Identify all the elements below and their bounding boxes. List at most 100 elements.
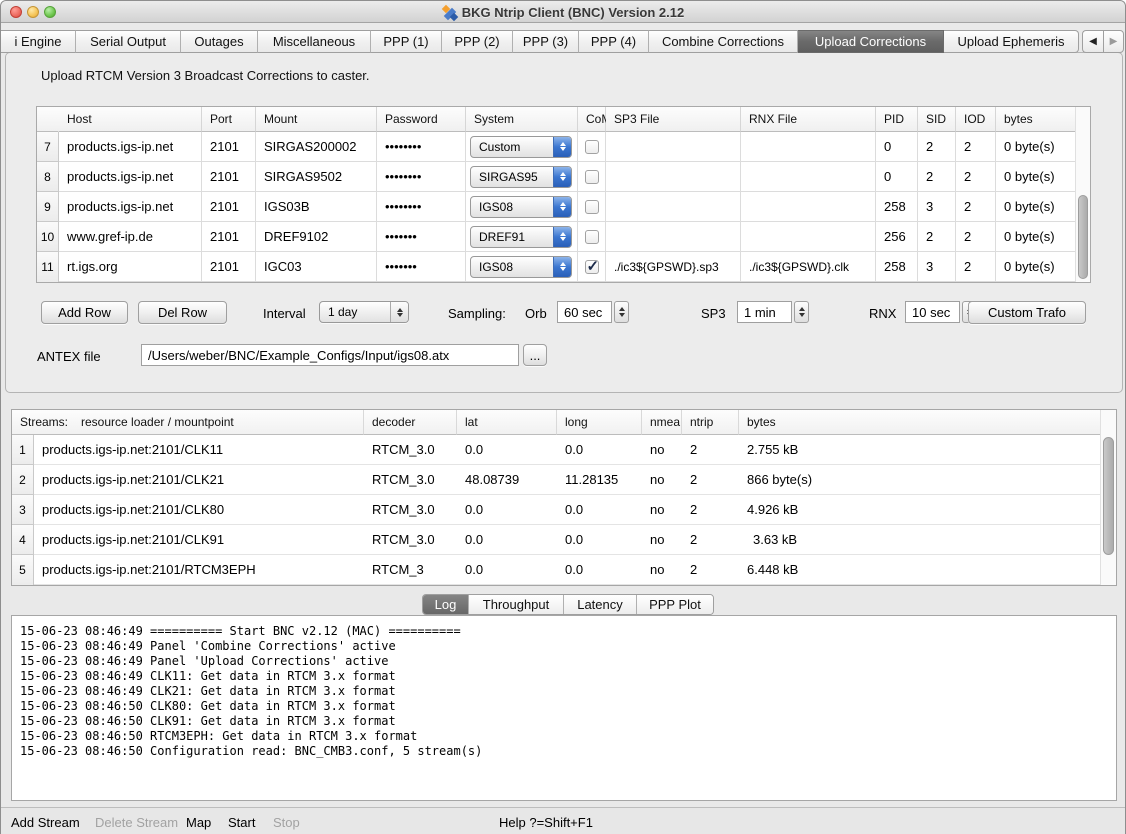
cell-rnx-file[interactable]: ./ic3${GPSWD}.clk (741, 252, 876, 282)
cell-sid[interactable]: 3 (918, 192, 956, 222)
cell-pid[interactable]: 258 (876, 252, 918, 282)
cell-password[interactable]: •••••••• (377, 192, 466, 222)
stream-row[interactable]: 2 products.igs-ip.net:2101/CLK21 RTCM_3.… (12, 465, 1116, 495)
del-row-button[interactable]: Del Row (138, 301, 227, 324)
system-dropdown[interactable]: Custom (470, 136, 572, 158)
cell-host[interactable]: products.igs-ip.net (59, 162, 202, 192)
cell-rnx-file[interactable] (741, 192, 876, 222)
cell-mount[interactable]: SIRGAS9502 (256, 162, 377, 192)
com-checkbox[interactable] (585, 170, 599, 184)
cell-sid[interactable]: 2 (918, 132, 956, 162)
cell-port[interactable]: 2101 (202, 132, 256, 162)
cell-sid[interactable]: 2 (918, 162, 956, 192)
system-dropdown[interactable]: SIRGAS95 (470, 166, 572, 188)
tab-upload-ephemeris[interactable]: Upload Ephemeris (944, 30, 1079, 53)
tab-throughput[interactable]: Throughput (469, 595, 564, 614)
tab-outages[interactable]: Outages (181, 30, 258, 53)
tab-miscellaneous[interactable]: Miscellaneous (258, 30, 371, 53)
stream-row[interactable]: 1 products.igs-ip.net:2101/CLK11 RTCM_3.… (12, 435, 1116, 465)
tab-upload-corrections[interactable]: Upload Corrections (798, 30, 944, 53)
tab-combine-corrections[interactable]: Combine Corrections (649, 30, 798, 53)
cell-mount[interactable]: IGC03 (256, 252, 377, 282)
cell-password[interactable]: ••••••• (377, 222, 466, 252)
delete-stream-button[interactable]: Delete Stream (95, 815, 178, 830)
tab-ppp-plot[interactable]: PPP Plot (637, 595, 713, 614)
orb-sampling-field[interactable]: 60 sec (557, 301, 612, 323)
antex-file-input[interactable]: /Users/weber/BNC/Example_Configs/Input/i… (141, 344, 519, 366)
start-button[interactable]: Start (228, 815, 255, 830)
add-row-button[interactable]: Add Row (41, 301, 128, 324)
system-dropdown[interactable]: IGS08 (470, 196, 572, 218)
cell-port[interactable]: 2101 (202, 222, 256, 252)
cell-host[interactable]: rt.igs.org (59, 252, 202, 282)
cell-host[interactable]: products.igs-ip.net (59, 192, 202, 222)
tab-latency[interactable]: Latency (564, 595, 637, 614)
rnx-sampling-field[interactable]: 10 sec (905, 301, 960, 323)
cell-password[interactable]: ••••••• (377, 252, 466, 282)
cell-mount[interactable]: SIRGAS200002 (256, 132, 377, 162)
cell-rnx-file[interactable] (741, 222, 876, 252)
system-dropdown[interactable]: DREF91 (470, 226, 572, 248)
streams-scrollbar[interactable] (1100, 410, 1116, 585)
cell-iod[interactable]: 2 (956, 192, 996, 222)
cell-port[interactable]: 2101 (202, 252, 256, 282)
cell-mount[interactable]: DREF9102 (256, 222, 377, 252)
com-checkbox[interactable] (585, 140, 599, 154)
table-scrollbar[interactable] (1075, 107, 1090, 282)
cell-iod[interactable]: 2 (956, 162, 996, 192)
cell-pid[interactable]: 0 (876, 132, 918, 162)
cell-host[interactable]: products.igs-ip.net (59, 132, 202, 162)
scrollbar-thumb[interactable] (1103, 437, 1114, 555)
orb-stepper[interactable] (614, 301, 629, 323)
custom-trafo-button[interactable]: Custom Trafo (968, 301, 1086, 324)
sp3-stepper[interactable] (794, 301, 809, 323)
cell-port[interactable]: 2101 (202, 192, 256, 222)
interval-dropdown[interactable]: 1 day (319, 301, 409, 323)
log-output[interactable]: 15-06-23 08:46:49 ========== Start BNC v… (11, 615, 1117, 801)
map-button[interactable]: Map (186, 815, 211, 830)
tab-scroll-left-icon[interactable]: ◀ (1082, 30, 1103, 53)
tab-ppp-4[interactable]: PPP (4) (579, 30, 649, 53)
com-checkbox[interactable] (585, 260, 599, 274)
cell-password[interactable]: •••••••• (377, 162, 466, 192)
cell-pid[interactable]: 0 (876, 162, 918, 192)
add-stream-button[interactable]: Add Stream (11, 815, 80, 830)
tab-ppp-2[interactable]: PPP (2) (442, 30, 513, 53)
stream-row[interactable]: 4 products.igs-ip.net:2101/CLK91 RTCM_3.… (12, 525, 1116, 555)
cell-sp3-file[interactable]: ./ic3${GPSWD}.sp3 (606, 252, 741, 282)
scrollbar-thumb[interactable] (1078, 195, 1088, 279)
cell-rnx-file[interactable] (741, 132, 876, 162)
cell-sp3-file[interactable] (606, 222, 741, 252)
cell-pid[interactable]: 258 (876, 192, 918, 222)
cell-sid[interactable]: 3 (918, 252, 956, 282)
cell-long: 11.28135 (557, 465, 642, 495)
com-checkbox[interactable] (585, 200, 599, 214)
cell-sp3-file[interactable] (606, 192, 741, 222)
cell-pid[interactable]: 256 (876, 222, 918, 252)
cell-iod[interactable]: 2 (956, 132, 996, 162)
cell-password[interactable]: •••••••• (377, 132, 466, 162)
cell-sp3-file[interactable] (606, 162, 741, 192)
tab-ppp-3[interactable]: PPP (3) (513, 30, 579, 53)
sp3-sampling-field[interactable]: 1 min (737, 301, 792, 323)
cell-sid[interactable]: 2 (918, 222, 956, 252)
cell-bytes: 0 byte(s) (996, 162, 1077, 192)
tab-serial-output[interactable]: Serial Output (76, 30, 181, 53)
tab-scroll-right-icon[interactable]: ▶ (1103, 30, 1124, 53)
tab-feed-engine[interactable]: i Engine (1, 30, 76, 53)
cell-sp3-file[interactable] (606, 132, 741, 162)
cell-iod[interactable]: 2 (956, 222, 996, 252)
cell-port[interactable]: 2101 (202, 162, 256, 192)
stop-button[interactable]: Stop (273, 815, 300, 830)
antex-browse-button[interactable]: ... (523, 344, 547, 366)
cell-rnx-file[interactable] (741, 162, 876, 192)
cell-host[interactable]: www.gref-ip.de (59, 222, 202, 252)
cell-iod[interactable]: 2 (956, 252, 996, 282)
cell-mount[interactable]: IGS03B (256, 192, 377, 222)
tab-log[interactable]: Log (423, 595, 469, 614)
tab-ppp-1[interactable]: PPP (1) (371, 30, 442, 53)
stream-row[interactable]: 5 products.igs-ip.net:2101/RTCM3EPH RTCM… (12, 555, 1116, 585)
com-checkbox[interactable] (585, 230, 599, 244)
stream-row[interactable]: 3 products.igs-ip.net:2101/CLK80 RTCM_3.… (12, 495, 1116, 525)
system-dropdown[interactable]: IGS08 (470, 256, 572, 278)
